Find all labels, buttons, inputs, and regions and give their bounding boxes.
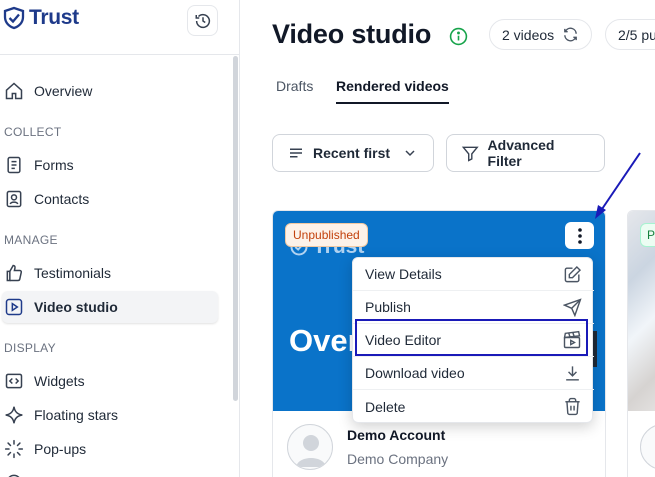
sidebar-item-floating-stars[interactable]: Floating stars — [2, 399, 218, 431]
sidebar-item-label: Overview — [34, 83, 93, 99]
sidebar-item-forms[interactable]: Forms — [2, 149, 218, 181]
history-button[interactable] — [187, 5, 218, 36]
menu-item-label: Video Editor — [365, 332, 442, 348]
video-card-2[interactable]: Pu — [627, 210, 655, 477]
account-name: Demo Account — [347, 427, 446, 443]
video-play-icon — [4, 297, 24, 317]
clapperboard-icon — [563, 330, 581, 349]
sidebar-item-label: Floating stars — [34, 407, 119, 423]
filter-icon — [461, 146, 479, 162]
trust-logo-icon — [3, 6, 25, 30]
sidebar: Trust Overview COLLECT Forms Contacts MA… — [0, 0, 240, 477]
sidebar-item-widgets[interactable]: Widgets — [2, 365, 218, 397]
lines-icon — [290, 148, 302, 158]
filter-label: Advanced Filter — [487, 137, 555, 169]
sidebar-item-overview[interactable]: Overview — [2, 75, 218, 107]
home-icon — [4, 81, 24, 101]
sidebar-item-next[interactable] — [2, 466, 218, 477]
sidebar-item-pop-ups[interactable]: Pop-ups — [2, 433, 218, 465]
more-options-button[interactable] — [565, 222, 594, 249]
user-avatar-icon — [296, 435, 326, 467]
menu-item-label: Delete — [365, 398, 406, 415]
sidebar-item-testimonials[interactable]: Testimonials — [2, 257, 218, 289]
avatar-2 — [640, 424, 655, 470]
sort-label: Recent first — [313, 145, 391, 161]
sidebar-item-label: Widgets — [34, 373, 85, 389]
sidebar-item-video-studio[interactable]: Video studio — [2, 291, 218, 323]
thumbnail-text: Over — [289, 323, 360, 358]
video-count-pill[interactable]: 2 videos — [489, 19, 593, 50]
section-label-collect: COLLECT — [4, 125, 62, 139]
clock-history-icon — [195, 13, 210, 28]
circle-icon — [4, 472, 24, 477]
usage-label: 2/5 pu — [618, 26, 655, 43]
page-title: Video studio — [272, 19, 432, 49]
sidebar-item-label: Pop-ups — [34, 441, 87, 457]
contact-card-icon — [4, 189, 24, 209]
active-tab-underline — [336, 102, 449, 104]
chevron-down-icon — [405, 150, 415, 157]
status-badge: Unpublished — [285, 223, 368, 247]
sidebar-item-label: Video studio — [34, 299, 118, 315]
advanced-filter-button[interactable]: Advanced Filter — [446, 134, 605, 172]
menu-item-label: Publish — [365, 299, 411, 315]
sidebar-scrollbar[interactable] — [233, 56, 238, 401]
form-icon — [4, 155, 24, 175]
info-icon[interactable] — [449, 27, 468, 51]
sparkle-icon — [4, 405, 24, 425]
tab-rendered-videos[interactable]: Rendered videos — [336, 78, 449, 94]
avatar — [287, 424, 333, 470]
pencil-icon — [564, 265, 582, 282]
refresh-icon[interactable] — [562, 26, 579, 43]
sidebar-item-label: Contacts — [34, 191, 90, 207]
video-count-label: 2 videos — [502, 26, 555, 43]
sidebar-item-contacts[interactable]: Contacts — [2, 183, 218, 215]
thumbs-up-icon — [4, 263, 24, 283]
menu-item-view-details[interactable]: View Details — [353, 258, 594, 291]
send-icon — [563, 297, 582, 317]
logo-text: Trust — [29, 6, 79, 29]
usage-pill[interactable]: 2/5 pu — [605, 19, 655, 50]
tab-drafts[interactable]: Drafts — [276, 78, 313, 94]
section-label-display: DISPLAY — [4, 341, 56, 355]
menu-item-download-video[interactable]: Download video — [353, 357, 594, 390]
menu-item-video-editor[interactable]: Video Editor — [353, 324, 594, 357]
sort-dropdown[interactable]: Recent first — [272, 134, 434, 172]
menu-item-publish[interactable]: Publish — [353, 291, 594, 324]
logo[interactable]: Trust — [2, 6, 79, 30]
menu-item-label: Download video — [365, 365, 465, 381]
menu-item-delete[interactable]: Delete — [353, 390, 594, 423]
tab-bar: Drafts Rendered videos — [272, 66, 655, 106]
code-window-icon — [4, 371, 24, 391]
sidebar-item-label: Testimonials — [34, 265, 112, 281]
menu-item-label: View Details — [365, 266, 442, 282]
trash-icon — [565, 397, 580, 416]
sidebar-item-label: Forms — [34, 157, 74, 173]
account-company: Demo Company — [347, 451, 449, 467]
annotation-arrow — [595, 152, 641, 219]
sidebar-header: Trust — [0, 0, 240, 55]
section-label-manage: MANAGE — [4, 233, 58, 247]
status-badge-2: Pu — [640, 223, 655, 247]
card-options-menu: View Details Publish Video Editor Downlo… — [352, 257, 594, 423]
download-icon — [566, 365, 579, 381]
kebab-menu-icon — [577, 227, 582, 244]
loader-burst-icon — [4, 439, 24, 459]
